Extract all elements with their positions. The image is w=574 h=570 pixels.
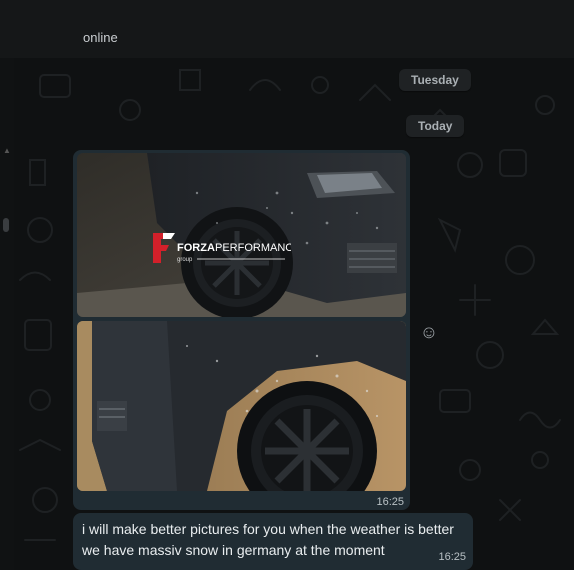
date-divider-tuesday: Tuesday	[399, 69, 471, 91]
message-line-1: i will make better pictures for you when…	[82, 521, 454, 537]
album-photo-1[interactable]: FORZA PERFORMANCE group	[77, 153, 406, 317]
chat-header: online	[0, 0, 574, 58]
scrollbar-thumb[interactable]	[3, 218, 9, 232]
car-wheel-photo	[77, 321, 406, 491]
scroll-up-icon[interactable]: ▲	[3, 146, 11, 155]
svg-text:FORZA: FORZA	[177, 242, 215, 254]
message-timestamp: 16:25	[438, 551, 466, 563]
photo-album-message[interactable]: FORZA PERFORMANCE group	[73, 150, 410, 510]
message-line-2: we have massiv snow in germany at the mo…	[82, 542, 385, 558]
album-photo-2[interactable]	[77, 321, 406, 491]
contact-status: online	[83, 30, 118, 45]
date-divider-today: Today	[406, 115, 465, 137]
svg-text:group: group	[177, 257, 193, 263]
smiley-face-icon[interactable]: ☺	[419, 322, 439, 342]
scroll-gutter: ▲	[0, 58, 14, 570]
text-message[interactable]: i will make better pictures for you when…	[73, 513, 473, 570]
forza-performance-logo: FORZA PERFORMANCE group	[153, 233, 291, 263]
album-timestamp: 16:25	[376, 496, 404, 508]
svg-text:PERFORMANCE: PERFORMANCE	[215, 242, 291, 254]
chat-window: online ▲ Tuesday Today FORZA PERFORMANC …	[0, 0, 574, 570]
